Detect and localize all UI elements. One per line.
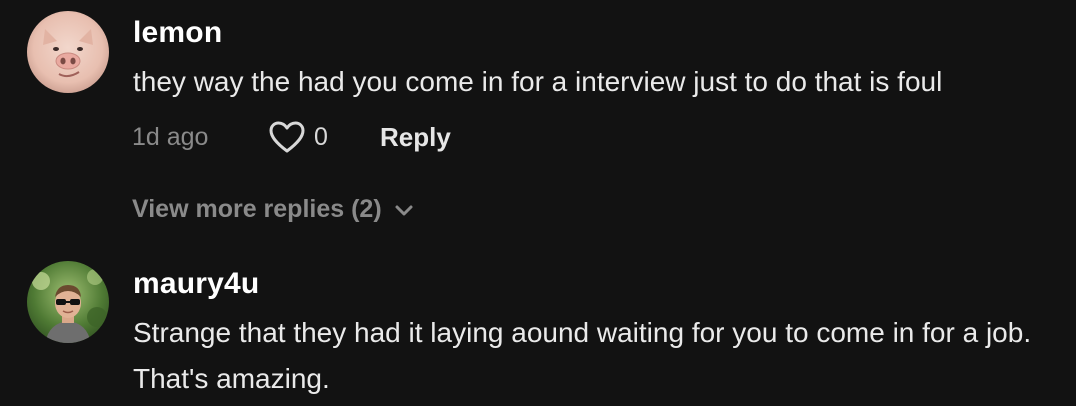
comment-item: lemon they way the had you come in for a… (0, 0, 1076, 240)
view-more-replies-button[interactable]: View more replies (2) (132, 195, 414, 224)
reply-button[interactable]: Reply (380, 122, 451, 153)
view-more-replies-label: View more replies (2) (132, 195, 382, 223)
avatar[interactable] (27, 261, 109, 343)
like-button[interactable]: 0 (268, 119, 328, 155)
comment-text: Strange that they had it laying aound wa… (133, 317, 1032, 394)
chevron-down-icon (395, 205, 413, 215)
avatar[interactable] (27, 11, 109, 93)
pig-face-avatar-icon (27, 11, 109, 93)
comment-text: they way the had you come in for a inter… (133, 66, 943, 97)
comment-timestamp: 1d ago (132, 123, 209, 151)
like-count: 0 (314, 122, 328, 151)
comment-username[interactable]: maury4u (133, 267, 259, 301)
heart-icon (269, 121, 305, 153)
comment-item: maury4u Strange that they had it laying … (0, 240, 1076, 406)
comment-username[interactable]: lemon (133, 16, 222, 50)
man-sunglasses-avatar-icon (27, 261, 109, 343)
